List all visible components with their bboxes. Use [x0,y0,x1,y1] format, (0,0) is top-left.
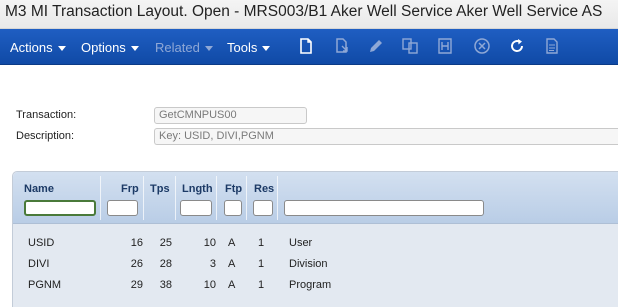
filter-ftp-input[interactable] [224,200,242,216]
column-header-name[interactable]: Name [24,183,54,195]
compare-icon[interactable] [436,37,454,55]
chevron-down-icon [204,45,213,51]
transaction-field[interactable]: GetCMNPUS00 [154,107,307,124]
menu-options-label: Options [81,40,126,55]
cell-ftp: A [228,237,236,249]
filter-name-input[interactable] [24,200,96,216]
description-field[interactable]: Key: USID, DIVI,PGNM [154,128,618,145]
notes-icon[interactable] [543,37,561,55]
filter-lngth-input[interactable] [180,200,212,216]
menu-tools[interactable]: Tools [227,40,271,55]
cell-name: PGNM [28,279,61,291]
filter-description-input[interactable] [284,200,484,216]
cell-name: DIVI [28,258,50,270]
cell-res: 1 [258,258,265,270]
cell-frp: 29 [130,279,143,291]
window-title: M3 MI Transaction Layout. Open - MRS003/… [5,3,603,20]
copy-icon[interactable] [333,37,351,55]
cell-res: 1 [258,237,265,249]
column-separator [277,176,278,220]
transaction-label: Transaction: [16,109,77,121]
column-separator [246,176,247,220]
refresh-icon[interactable] [508,37,526,55]
column-header-frp[interactable]: Frp [121,183,139,195]
toolbar: Actions Options Related Tools [0,29,618,65]
cell-ftp: A [228,279,236,291]
menu-related[interactable]: Related [155,40,213,55]
filter-frp-input[interactable] [107,200,138,216]
delete-icon[interactable] [473,37,491,55]
filter-res-input[interactable] [253,200,273,216]
menu-related-label: Related [155,40,200,55]
new-document-icon[interactable] [297,37,315,55]
column-separator [175,176,176,220]
grid-header: Name Frp Tps Lngth Ftp Res [13,172,618,224]
chevron-down-icon [130,45,139,51]
edit-icon[interactable] [367,37,385,55]
cell-tps: 25 [159,237,172,249]
cell-tps: 38 [159,279,172,291]
duplicate-icon[interactable] [401,37,419,55]
cell-ftp: A [228,258,236,270]
column-separator [143,176,144,220]
menu-tools-label: Tools [227,40,258,55]
column-header-res[interactable]: Res [254,183,274,195]
cell-description: Division [289,258,328,270]
cell-res: 1 [258,279,265,291]
column-separator [100,176,101,220]
cell-tps: 28 [159,258,172,270]
chevron-down-icon [57,45,66,51]
description-label: Description: [16,130,75,142]
cell-lngth: 10 [203,237,216,249]
cell-frp: 16 [130,237,143,249]
menu-options[interactable]: Options [81,40,139,55]
chevron-down-icon [262,45,271,51]
column-separator [216,176,217,220]
column-header-ftp[interactable]: Ftp [225,183,242,195]
window-titlebar: M3 MI Transaction Layout. Open - MRS003/… [0,0,618,29]
cell-name: USID [28,237,55,249]
cell-description: User [289,237,313,249]
column-header-tps[interactable]: Tps [150,183,170,195]
menu-actions[interactable]: Actions [10,40,66,55]
cell-lngth: 3 [209,258,216,270]
column-header-lngth[interactable]: Lngth [182,183,213,195]
cell-lngth: 10 [203,279,216,291]
menu-actions-label: Actions [10,40,53,55]
cell-frp: 26 [130,258,143,270]
cell-description: Program [289,279,332,291]
field-grid: Name Frp Tps Lngth Ftp Res USID 16 25 10… [12,171,618,307]
